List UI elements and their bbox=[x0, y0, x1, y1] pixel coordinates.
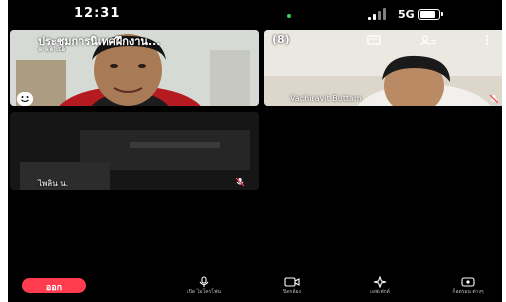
video-tile-self[interactable]: ประชุมการนิเทศฝึกงาน... ๑ ๑๑:๕๑ bbox=[10, 30, 259, 106]
effects-label: เอฟเฟกต์ bbox=[370, 289, 390, 295]
camera-indicator-icon bbox=[287, 14, 291, 18]
leave-button[interactable]: ออก bbox=[22, 278, 86, 293]
mic-off-icon bbox=[489, 94, 499, 104]
more-icon bbox=[461, 277, 475, 287]
video-call-screen: 12:31 5G ประชุมการนิเทศฝึกงาน... ๑ ๑๑:๕๑ bbox=[8, 0, 502, 302]
effects-button[interactable]: เอฟเฟกต์ bbox=[352, 276, 408, 295]
more-label: ก็อตรอน ต่างๆ bbox=[452, 289, 484, 295]
battery-level bbox=[420, 11, 435, 18]
reaction-icon[interactable] bbox=[17, 92, 33, 106]
participant-count[interactable]: (8) bbox=[272, 33, 290, 46]
mic-off-icon bbox=[235, 177, 245, 187]
meeting-time: ๑ ๑๑:๕๑ bbox=[38, 45, 66, 53]
camera-button[interactable]: ปิดกล้อง bbox=[264, 276, 320, 295]
more-button[interactable]: ก็อตรอน ต่างๆ bbox=[440, 276, 496, 295]
status-bar: 12:31 5G bbox=[8, 0, 502, 28]
camera-icon bbox=[284, 277, 300, 287]
microphone-button[interactable]: เปิด ไมโครโฟน bbox=[176, 276, 232, 295]
more-options-icon[interactable] bbox=[484, 35, 490, 45]
network-type: 5G bbox=[398, 8, 415, 21]
participant-name: ไพลิน น. bbox=[38, 179, 69, 188]
clock: 12:31 bbox=[74, 6, 121, 21]
microphone-icon bbox=[199, 276, 209, 287]
battery-tip bbox=[441, 12, 443, 16]
video-tile-remote[interactable]: (8) Vachiravit Buttam bbox=[264, 30, 502, 106]
signal-icon bbox=[368, 8, 392, 20]
remote-participant-name: Vachiravit Buttam bbox=[290, 94, 362, 103]
leave-button-label: ออก bbox=[45, 283, 63, 293]
call-toolbar: ออก เปิด ไมโครโฟน ปิดกล้อง เอฟเฟกต์ ก็อต… bbox=[8, 268, 502, 302]
effects-icon bbox=[373, 276, 387, 288]
battery-icon bbox=[418, 9, 440, 20]
participants-icon[interactable] bbox=[419, 35, 437, 45]
microphone-label: เปิด ไมโครโฟน bbox=[187, 289, 221, 295]
camera-label: ปิดกล้อง bbox=[283, 289, 301, 295]
chat-icon[interactable] bbox=[367, 35, 381, 45]
video-tile-participant[interactable]: ไพลิน น. bbox=[10, 112, 259, 190]
